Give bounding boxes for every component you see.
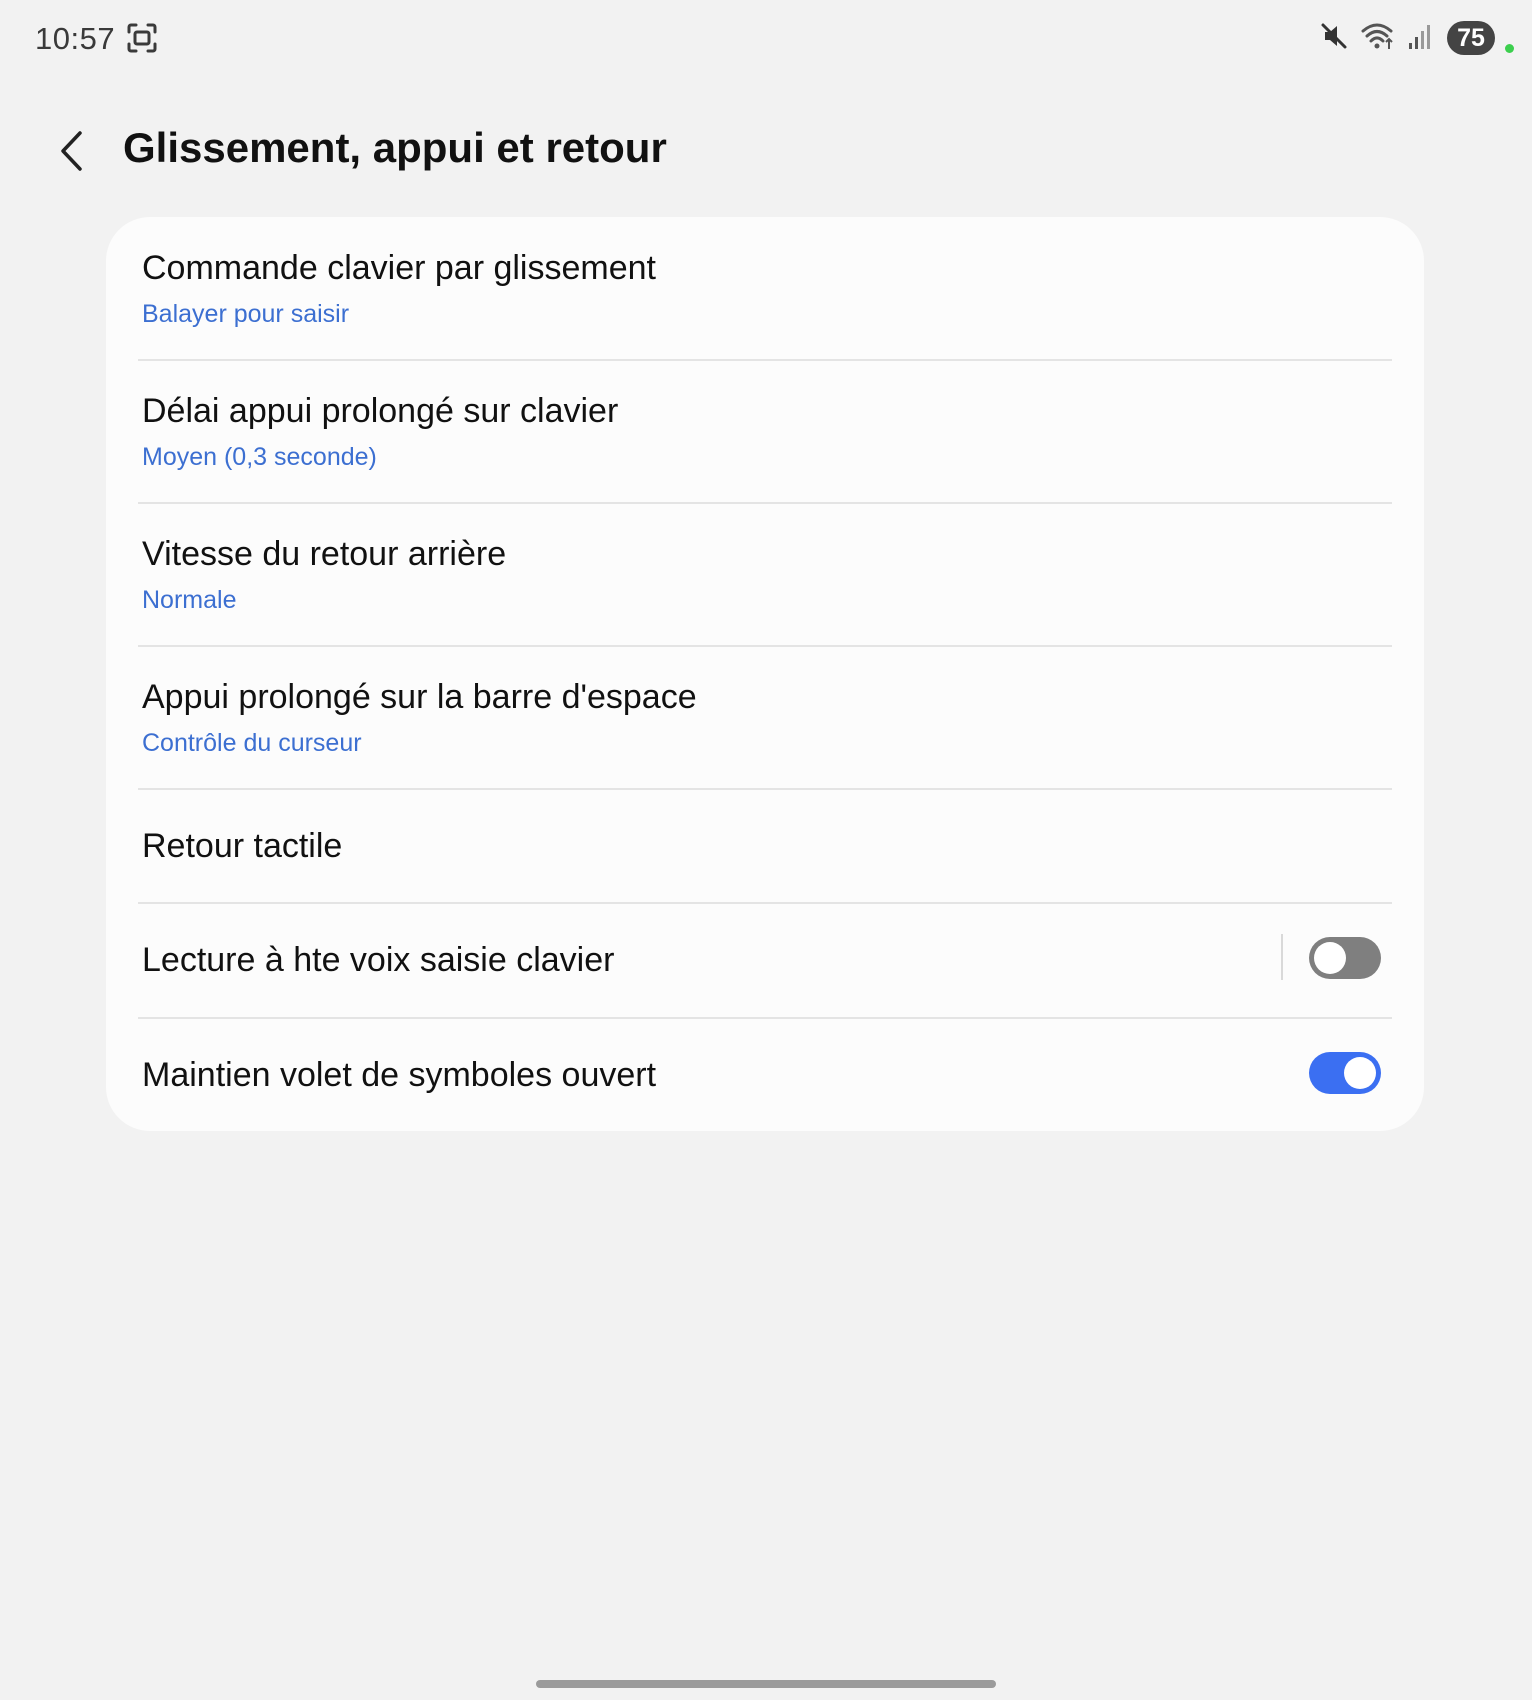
status-icons: 75 [1307, 20, 1514, 56]
back-button[interactable] [52, 128, 96, 174]
setting-read-keyboard-input[interactable]: Lecture à hte voix saisie clavier [106, 904, 1424, 1019]
status-time: 10:57 [35, 21, 116, 56]
setting-title: Lecture à hte voix saisie clavier [142, 941, 615, 979]
toggle-knob [1314, 942, 1346, 974]
setting-title: Appui prolongé sur la barre d'espace [142, 678, 697, 716]
settings-card: Commande clavier par glissement Balayer … [106, 217, 1424, 1131]
screenshot-icon [126, 22, 158, 54]
setting-title: Commande clavier par glissement [142, 249, 656, 287]
navigation-handle[interactable] [536, 1680, 996, 1688]
setting-subtitle: Normale [142, 586, 237, 614]
setting-subtitle: Moyen (0,3 seconde) [142, 443, 377, 471]
chevron-left-icon [61, 131, 82, 171]
toggle-switch-off[interactable] [1309, 937, 1381, 979]
setting-long-press-delay[interactable]: Délai appui prolongé sur clavier Moyen (… [106, 361, 1424, 504]
setting-title: Délai appui prolongé sur clavier [142, 392, 619, 430]
setting-subtitle: Balayer pour saisir [142, 300, 350, 328]
setting-haptic-feedback[interactable]: Retour tactile [106, 790, 1424, 904]
battery-indicator: 75 [1447, 21, 1495, 55]
setting-keep-symbols-panel-open[interactable]: Maintien volet de symboles ouvert [106, 1019, 1424, 1131]
setting-title: Maintien volet de symboles ouvert [142, 1056, 657, 1094]
vertical-separator [1281, 934, 1283, 980]
wifi-icon [1361, 21, 1395, 56]
toggle-switch-on[interactable] [1309, 1052, 1381, 1094]
setting-backspace-speed[interactable]: Vitesse du retour arrière Normale [106, 504, 1424, 647]
setting-swipe-typing[interactable]: Commande clavier par glissement Balayer … [106, 217, 1424, 361]
status-bar: 10:57 75 [0, 0, 1532, 78]
toggle-knob [1344, 1057, 1376, 1089]
setting-subtitle: Contrôle du curseur [142, 729, 362, 757]
setting-spacebar-long-press[interactable]: Appui prolongé sur la barre d'espace Con… [106, 647, 1424, 790]
header: Glissement, appui et retour [0, 110, 1532, 190]
setting-title: Vitesse du retour arrière [142, 535, 507, 573]
privacy-indicator-dot [1505, 43, 1514, 53]
page-title: Glissement, appui et retour [123, 124, 667, 171]
setting-title: Retour tactile [142, 827, 343, 865]
mute-icon [1319, 21, 1349, 56]
signal-icon [1407, 21, 1433, 56]
